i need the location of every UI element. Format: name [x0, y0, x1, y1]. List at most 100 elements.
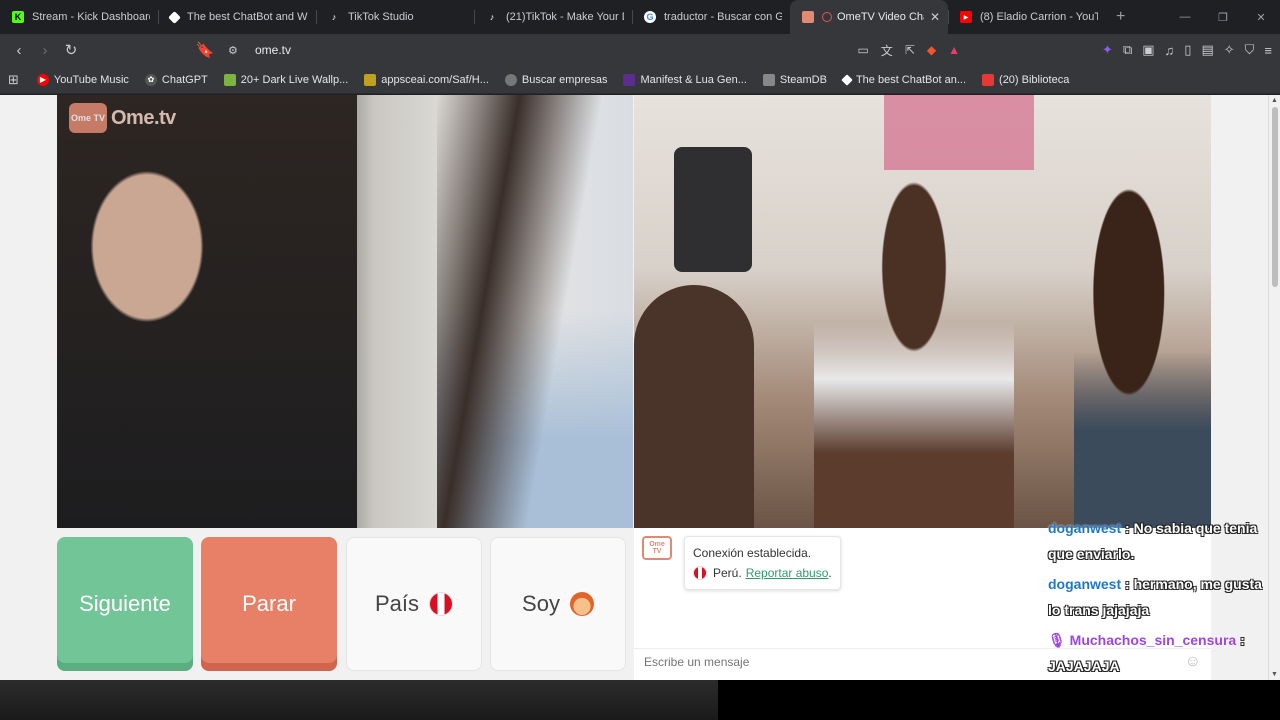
globe-icon: [504, 73, 517, 86]
forward-icon[interactable]: ›: [32, 37, 58, 63]
minimize-icon[interactable]: —: [1166, 0, 1204, 34]
remote-video-person-right: [1074, 135, 1211, 528]
chatbot-icon: [168, 10, 181, 24]
stop-button[interactable]: Parar: [201, 537, 337, 671]
report-abuse-link[interactable]: Reportar abuso: [746, 563, 829, 583]
share-icon[interactable]: ⇱: [905, 43, 915, 57]
bookmark-label: YouTube Music: [53, 73, 129, 86]
tab-title: Stream - Kick Dashboard: [32, 11, 150, 23]
bookmark-label: (20) Biblioteca: [999, 73, 1070, 86]
scrollbar-thumb[interactable]: [1272, 107, 1278, 287]
tab-strip: K Stream - Kick Dashboard The best ChatB…: [0, 0, 1280, 34]
bookmark-label: 20+ Dark Live Wallp...: [240, 73, 349, 86]
brave-shield-icon[interactable]: ◆: [927, 43, 936, 57]
tab-tiktok[interactable]: ♪ (21)TikTok - Make Your Da: [474, 0, 632, 34]
page-scrollbar[interactable]: ▲ ▼: [1268, 95, 1280, 680]
stream-chat-overlay: doganwest : No sabia que tenia que envia…: [1048, 515, 1268, 680]
vpn-icon[interactable]: ⛉: [1245, 42, 1255, 58]
bookmark-label: Buscar empresas: [521, 73, 608, 86]
bookmark-chatgpt[interactable]: ✿ ChatGPT: [144, 73, 208, 86]
ai-icon[interactable]: ✧: [1224, 42, 1235, 58]
bookmark-buscar-empresas[interactable]: Buscar empresas: [504, 73, 608, 86]
tab-title: The best ChatBot and Wid: [187, 11, 308, 23]
cast-icon[interactable]: ▭: [857, 43, 868, 57]
tab-title: TikTok Studio: [348, 11, 414, 23]
extensions-icon[interactable]: ⧉: [1123, 42, 1132, 58]
next-button[interactable]: Siguiente: [57, 537, 193, 671]
bookmark-wallpapers[interactable]: 20+ Dark Live Wallp...: [223, 73, 349, 86]
back-icon[interactable]: ‹: [6, 37, 32, 63]
ometv-page: Ome TV Ome.tv Siguiente Parar País Soy O…: [0, 95, 1268, 680]
tab-title: (8) Eladio Carrion - YouTu: [980, 11, 1098, 23]
bookmark-manifest[interactable]: Manifest & Lua Gen...: [623, 73, 747, 86]
leo-icon[interactable]: ✦: [1102, 42, 1113, 58]
chat-separator: :: [1236, 632, 1245, 648]
window-controls: — ❐ ✕: [1166, 0, 1280, 34]
appsceai-icon: [364, 73, 377, 86]
overlay-chat-message: 🎙 Muchachos_sin_censura : JAJAJAJA: [1048, 627, 1268, 679]
kick-icon: K: [12, 11, 24, 23]
bookmark-youtube-music[interactable]: ▶ YouTube Music: [36, 73, 129, 86]
apps-grid-icon[interactable]: ⊞: [8, 72, 19, 88]
translate-icon[interactable]: 文: [881, 42, 893, 59]
chatbot-icon: [841, 73, 853, 86]
tab-ometv[interactable]: OmeTV Video Chat ✕: [790, 0, 948, 34]
chat-username: doganwest: [1048, 520, 1122, 536]
bookmark-label: SteamDB: [779, 73, 827, 86]
google-icon: G: [644, 11, 656, 23]
bottom-video-preview: [0, 680, 718, 720]
address-bar[interactable]: ⚙ ome.tv ▭ 文 ⇱ ◆ ▲: [190, 38, 960, 62]
tab-google-search[interactable]: G traductor - Buscar con Go: [632, 0, 790, 34]
steamdb-icon: [762, 73, 775, 86]
bookmark-label: appsceai.com/Saf/H...: [381, 73, 489, 86]
screenshot-icon[interactable]: ▣: [1142, 42, 1154, 58]
close-tab-icon[interactable]: ✕: [930, 10, 940, 24]
tab-youtube[interactable]: ▶ (8) Eladio Carrion - YouTu: [948, 0, 1106, 34]
chat-username: 🎙 Muchachos_sin_censura: [1048, 632, 1237, 648]
ometv-icon: [802, 11, 814, 23]
remote-video-person-center: [814, 155, 1014, 528]
tab-kick-dashboard[interactable]: K Stream - Kick Dashboard: [0, 0, 158, 34]
country-button[interactable]: País: [346, 537, 482, 671]
bookmark-biblioteca[interactable]: (20) Biblioteca: [982, 73, 1070, 86]
music-icon[interactable]: ♫: [1165, 43, 1175, 58]
maximize-icon[interactable]: ❐: [1204, 0, 1242, 34]
wallpaper-icon: [223, 73, 236, 86]
chat-separator: :: [1121, 576, 1134, 592]
ometv-logo: Ome TV Ome.tv: [69, 103, 176, 133]
tab-title: OmeTV Video Chat: [837, 11, 924, 23]
bookmark-chatbot[interactable]: The best ChatBot an...: [841, 73, 967, 86]
gender-button[interactable]: Soy: [490, 537, 626, 671]
overlay-chat-message: doganwest : No sabia que tenia que envia…: [1048, 515, 1268, 567]
wallet-icon[interactable]: ▤: [1201, 42, 1213, 58]
ometv-wordmark: Ome.tv: [111, 106, 176, 129]
connection-established-text: Conexión establecida.: [693, 546, 812, 560]
bottom-video-strip: [0, 680, 1280, 720]
youtube-music-icon: ▶: [36, 73, 49, 86]
bookmark-label: The best ChatBot an...: [855, 73, 967, 86]
local-video-background: [437, 95, 633, 528]
close-window-icon[interactable]: ✕: [1242, 0, 1280, 34]
sidebar-icon[interactable]: ▯: [1184, 42, 1191, 58]
url-text[interactable]: ome.tv: [255, 43, 291, 57]
scroll-up-icon[interactable]: ▲: [1271, 97, 1278, 104]
bookmarks-bar: ⊞ ▶ YouTube Music ✿ ChatGPT 20+ Dark Live …: [0, 66, 1280, 94]
menu-icon[interactable]: ≡: [1264, 43, 1272, 58]
tab-tiktok-studio[interactable]: ♪ TikTok Studio: [316, 0, 474, 34]
site-info-icon[interactable]: ⚙: [228, 44, 238, 57]
manifest-icon: [623, 73, 636, 86]
brave-rewards-icon[interactable]: ▲: [948, 43, 960, 57]
bookmark-appsceai[interactable]: appsceai.com/Saf/H...: [364, 73, 489, 86]
bookmark-steamdb[interactable]: SteamDB: [762, 73, 827, 86]
tab-title: (21)TikTok - Make Your Da: [506, 11, 624, 23]
local-video: Ome TV Ome.tv: [57, 95, 633, 528]
system-message-bubble: Conexión establecida. Perú. Reportar abu…: [684, 536, 841, 590]
ometv-tv-icon: Ome TV: [69, 103, 107, 133]
reload-icon[interactable]: ↻: [58, 37, 84, 63]
tab-title: traductor - Buscar con Go: [664, 11, 782, 23]
tab-chatbot[interactable]: The best ChatBot and Wid: [158, 0, 316, 34]
new-tab-button[interactable]: +: [1116, 8, 1136, 26]
stop-button-label: Parar: [242, 591, 296, 616]
scroll-down-icon[interactable]: ▼: [1271, 671, 1278, 678]
chat-text: JAJAJAJA: [1048, 658, 1120, 674]
